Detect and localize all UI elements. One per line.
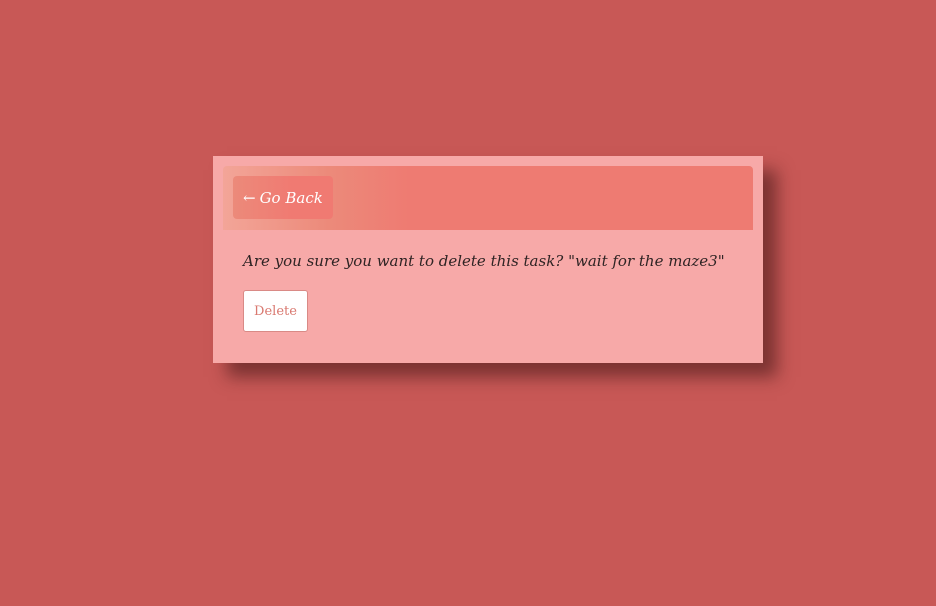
go-back-button[interactable]: ← Go Back (233, 176, 333, 219)
delete-confirmation-card: ← Go Back Are you sure you want to delet… (213, 156, 763, 363)
delete-button[interactable]: Delete (243, 290, 308, 332)
delete-confirmation-message: Are you sure you want to delete this tas… (243, 252, 725, 270)
back-arrow-icon: ← (243, 188, 256, 207)
go-back-label: Go Back (259, 188, 323, 207)
card-header: ← Go Back (223, 166, 753, 230)
